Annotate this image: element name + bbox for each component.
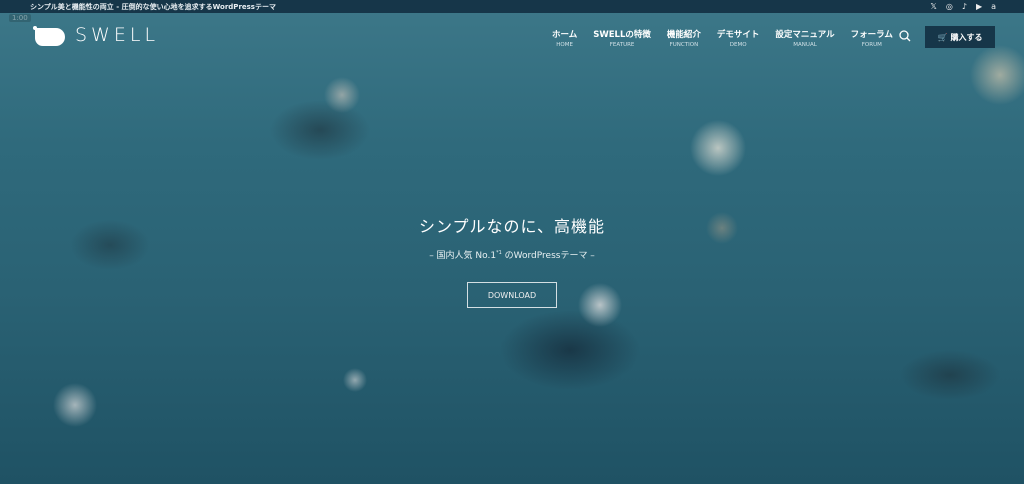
nav-feature[interactable]: SWELLの特徴 FEATURE [593, 28, 651, 48]
social-links: 𝕏 ◎ ♪ ▶ a [930, 2, 996, 11]
instagram-icon[interactable]: ◎ [946, 2, 953, 11]
main-nav: ホーム HOME SWELLの特徴 FEATURE 機能紹介 FUNCTION デモサ… [552, 28, 909, 48]
youtube-icon[interactable]: ▶ [976, 2, 982, 11]
hero-subtitle: – 国内人気 No.1*1 のWordPressテーマ – [0, 248, 1024, 261]
x-icon[interactable]: 𝕏 [930, 2, 936, 11]
logo-text: SWELL [75, 24, 160, 46]
site-logo[interactable]: SWELL [33, 24, 159, 46]
cart-icon: 🛒 [937, 32, 948, 42]
nav-label: ホーム [552, 30, 578, 40]
nav-forum[interactable]: フォーラム FORUM [851, 28, 893, 48]
top-bar: シンプル美と機能性の両立 - 圧倒的な使い心地を追求するWordPressテーマ… [0, 0, 1024, 13]
nav-function[interactable]: 機能紹介 FUNCTION [667, 28, 701, 48]
nav-sublabel: FUNCTION [669, 42, 699, 48]
search-icon[interactable] [899, 30, 911, 45]
tiktok-icon[interactable]: ♪ [962, 2, 967, 11]
nav-label: 機能紹介 [666, 30, 701, 40]
nav-home[interactable]: ホーム HOME [552, 28, 577, 48]
nav-sublabel: DEMO [729, 42, 747, 48]
nav-label: 設定マニュアル [775, 30, 835, 40]
hero-background [0, 0, 1024, 484]
nav-manual[interactable]: 設定マニュアル MANUAL [775, 28, 834, 48]
subtitle-text-end: のWordPressテーマ – [501, 251, 595, 261]
nav-label: フォーラム [850, 30, 893, 40]
nav-sublabel: MANUAL [793, 42, 817, 48]
subtitle-text: – 国内人気 No.1 [429, 251, 497, 261]
amazon-icon[interactable]: a [991, 2, 996, 11]
download-button[interactable]: DOWNLOAD [467, 282, 557, 308]
buy-label: 購入する [950, 32, 983, 42]
video-timer: 1:00 [9, 14, 31, 22]
nav-label: SWELLの特徴 [593, 30, 651, 40]
buy-button[interactable]: 🛒 購入する [925, 26, 995, 48]
swell-logo-icon [33, 24, 65, 46]
nav-demo[interactable]: デモサイト DEMO [717, 28, 760, 48]
nav-label: デモサイト [716, 30, 760, 40]
nav-sublabel: FORUM [861, 42, 882, 48]
hero-catchphrase: シンプルなのに、高機能 [418, 217, 606, 236]
nav-sublabel: FEATURE [609, 42, 635, 48]
nav-sublabel: HOME [556, 42, 573, 48]
tagline: シンプル美と機能性の両立 - 圧倒的な使い心地を追求するWordPressテーマ [30, 2, 276, 11]
